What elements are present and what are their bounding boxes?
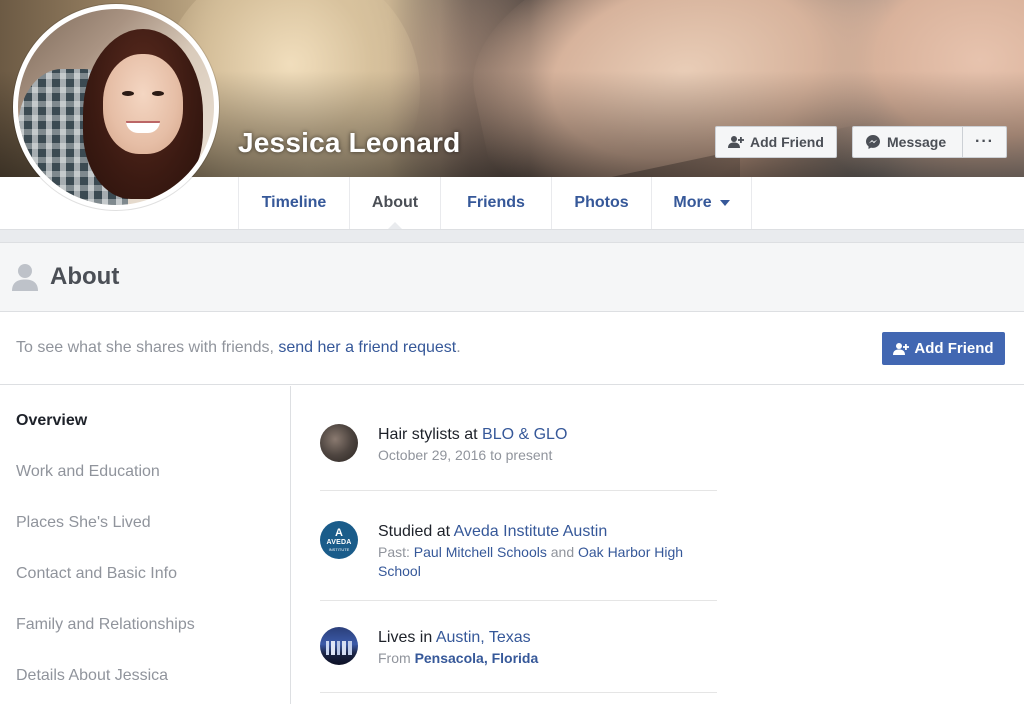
school-logo-name: AVEDA xyxy=(326,539,352,546)
person-icon xyxy=(12,264,38,291)
education-prefix: Studied at xyxy=(378,523,454,540)
message-button[interactable]: Message xyxy=(852,126,963,158)
profile-avatar[interactable] xyxy=(13,4,219,210)
caret-down-icon xyxy=(719,200,730,206)
send-friend-request-link[interactable]: send her a friend request xyxy=(278,339,456,357)
more-options-button[interactable]: ··· xyxy=(962,126,1007,158)
work-dates: October 29, 2016 to present xyxy=(378,447,553,463)
cover-add-friend-button[interactable]: Add Friend xyxy=(715,126,837,158)
from-prefix: From xyxy=(378,650,415,666)
hometown-link[interactable]: Pensacola, Florida xyxy=(415,650,539,666)
city-thumbnail[interactable] xyxy=(320,627,358,665)
tab-more-label: More xyxy=(673,194,712,211)
tab-photos[interactable]: Photos xyxy=(552,177,652,229)
message-label: Message xyxy=(887,134,947,150)
past-prefix: Past: xyxy=(378,544,414,560)
about-title: About xyxy=(50,263,120,290)
profile-nav: Timeline About Friends Photos More xyxy=(238,177,752,230)
tab-timeline-label: Timeline xyxy=(261,194,327,211)
add-friend-icon xyxy=(893,342,910,355)
profile-name[interactable]: Jessica Leonard xyxy=(238,127,460,159)
tab-about-label: About xyxy=(371,194,419,211)
work-prefix: Hair stylists at xyxy=(378,426,483,443)
sidebar-item-work-education[interactable]: Work and Education xyxy=(0,461,290,512)
tab-friends-label: Friends xyxy=(467,194,525,211)
workplace-link[interactable]: BLO & GLO xyxy=(482,426,567,443)
work-line: Hair stylists at BLO & GLO xyxy=(378,424,567,445)
tab-about[interactable]: About xyxy=(350,177,441,230)
current-city-link[interactable]: Austin, Texas xyxy=(436,629,531,646)
workplace-thumbnail[interactable] xyxy=(320,424,358,462)
school-link[interactable]: Aveda Institute Austin xyxy=(454,523,608,540)
add-friend-button[interactable]: Add Friend xyxy=(882,332,1005,365)
friend-prompt-end: . xyxy=(456,339,461,356)
messenger-icon xyxy=(866,135,880,149)
avatar-photo xyxy=(18,9,214,205)
education-line: Studied at Aveda Institute Austin xyxy=(378,521,717,542)
more-dots-icon: ··· xyxy=(975,133,994,150)
past-and: and xyxy=(546,544,578,560)
nav-divider xyxy=(0,229,1024,242)
lives-prefix: Lives in xyxy=(378,629,436,646)
friend-prompt-text: To see what she shares with friends, xyxy=(16,339,274,356)
about-section-header: About xyxy=(0,242,1024,312)
cover-add-friend-label: Add Friend xyxy=(750,134,824,150)
tab-more[interactable]: More xyxy=(652,177,752,229)
work-entry: Hair stylists at BLO & GLO October 29, 2… xyxy=(320,386,717,491)
school-logo-sub: INSTITUTE xyxy=(328,547,350,552)
avatar-face xyxy=(103,54,183,154)
lives-entry: Lives in Austin, Texas From Pensacola, F… xyxy=(320,601,717,693)
friend-request-prompt: To see what she shares with friends, sen… xyxy=(0,312,1024,385)
avatar-eye-right xyxy=(152,91,164,96)
education-entry: A AVEDA INSTITUTE Studied at Aveda Insti… xyxy=(320,491,717,601)
school-logo[interactable]: A AVEDA INSTITUTE xyxy=(320,521,358,559)
sidebar-item-contact-info[interactable]: Contact and Basic Info xyxy=(0,563,290,614)
add-friend-icon xyxy=(728,136,744,148)
overview-content: Hair stylists at BLO & GLO October 29, 2… xyxy=(320,386,717,693)
lives-line: Lives in Austin, Texas xyxy=(378,627,538,648)
school-logo-mark: A xyxy=(335,527,343,539)
sidebar-item-places-lived[interactable]: Places She's Lived xyxy=(0,512,290,563)
tab-photos-label: Photos xyxy=(574,194,629,211)
hometown-line: From Pensacola, Florida xyxy=(378,649,538,668)
past-school-link-1[interactable]: Paul Mitchell Schools xyxy=(414,544,547,560)
sidebar-item-family-relationships[interactable]: Family and Relationships xyxy=(0,614,290,665)
avatar-eye-left xyxy=(122,91,134,96)
about-sidebar: Overview Work and Education Places She's… xyxy=(0,386,291,704)
sidebar-item-details[interactable]: Details About Jessica xyxy=(0,665,290,704)
sidebar-item-overview[interactable]: Overview xyxy=(0,410,290,461)
past-education: Past: Paul Mitchell Schools and Oak Harb… xyxy=(378,543,717,581)
tab-timeline[interactable]: Timeline xyxy=(239,177,350,229)
add-friend-button-label: Add Friend xyxy=(914,340,994,357)
tab-friends[interactable]: Friends xyxy=(441,177,552,229)
